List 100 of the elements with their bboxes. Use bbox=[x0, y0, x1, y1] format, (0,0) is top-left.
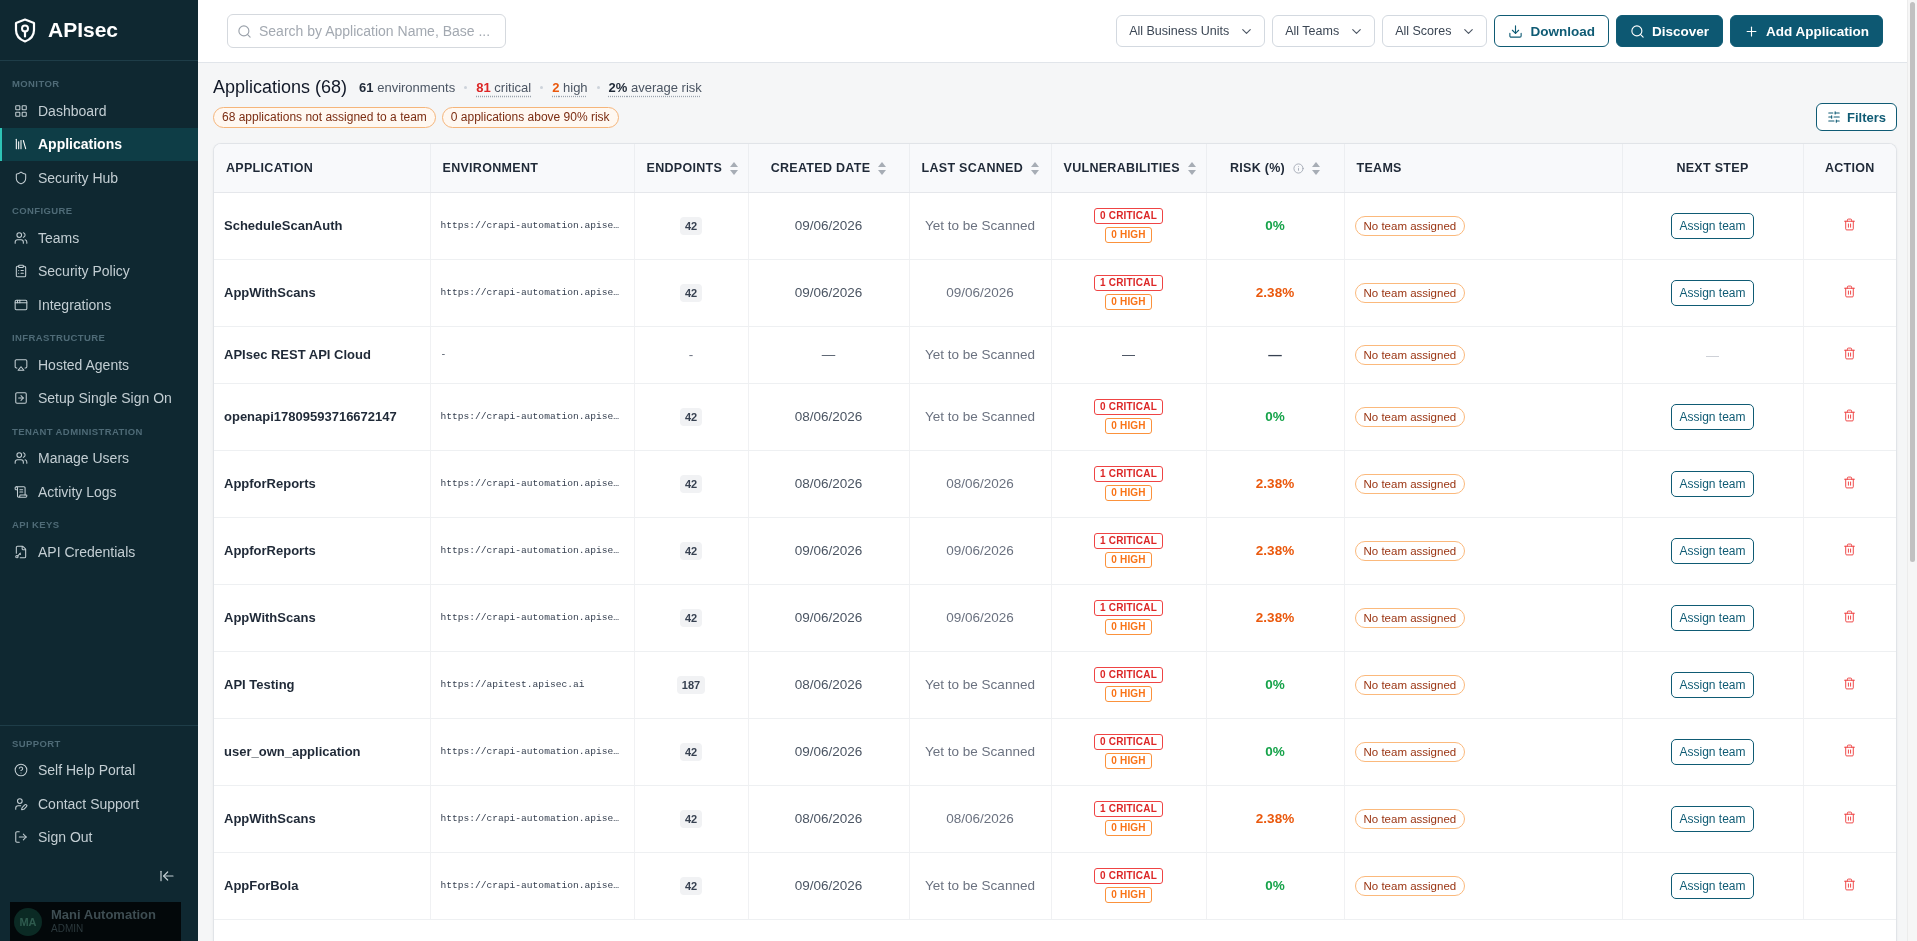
table-cell: https://crapi-automation.apise… bbox=[430, 852, 634, 919]
column-header[interactable]: ENDPOINTS bbox=[634, 144, 748, 192]
table-cell: Yet to be Scanned bbox=[909, 718, 1051, 785]
delete-button[interactable] bbox=[1843, 676, 1857, 690]
table-cell: 09/06/2026 bbox=[748, 517, 909, 584]
file-key-icon bbox=[14, 544, 28, 559]
high-badge: 0 HIGH bbox=[1105, 619, 1152, 635]
nav-item[interactable]: Security Policy bbox=[0, 254, 198, 288]
trash-icon bbox=[1843, 609, 1857, 623]
sort-icon bbox=[1187, 161, 1196, 175]
assign-team-button[interactable]: Assign team bbox=[1671, 279, 1754, 306]
download-icon bbox=[1508, 23, 1524, 39]
assign-team-button[interactable]: Assign team bbox=[1671, 604, 1754, 631]
delete-button[interactable] bbox=[1843, 284, 1857, 298]
table-cell: 0% bbox=[1206, 383, 1344, 450]
users-icon bbox=[14, 451, 28, 466]
delete-button[interactable] bbox=[1843, 475, 1857, 489]
trash-icon bbox=[1843, 542, 1857, 556]
nav-item[interactable]: Dashboard bbox=[0, 94, 198, 128]
assign-team-button[interactable]: Assign team bbox=[1671, 872, 1754, 899]
table-cell: 09/06/2026 bbox=[909, 517, 1051, 584]
nav-item[interactable]: Setup Single Sign On bbox=[0, 381, 198, 415]
assign-team-button[interactable]: Assign team bbox=[1671, 403, 1754, 430]
discover-button[interactable]: Discover bbox=[1615, 15, 1723, 47]
section-label: MONITOR bbox=[11, 77, 61, 91]
high-badge: 0 HIGH bbox=[1105, 485, 1152, 501]
column-header[interactable]: VULNERABILITIES bbox=[1051, 144, 1206, 192]
nav-item[interactable]: Manage Users bbox=[0, 441, 198, 475]
delete-button[interactable] bbox=[1843, 346, 1857, 360]
nav-item[interactable]: Sign Out bbox=[0, 820, 198, 854]
assign-team-button[interactable]: Assign team bbox=[1671, 212, 1754, 239]
delete-button[interactable] bbox=[1843, 217, 1857, 231]
table-cell: AppforReports bbox=[214, 517, 430, 584]
critical-badge: 1 CRITICAL bbox=[1094, 600, 1163, 616]
nav-item[interactable]: Integrations bbox=[0, 288, 198, 322]
delete-button[interactable] bbox=[1843, 743, 1857, 757]
filter-dropdown[interactable]: All Teams bbox=[1272, 15, 1376, 47]
delete-button[interactable] bbox=[1843, 877, 1857, 891]
assign-team-button[interactable]: Assign team bbox=[1671, 738, 1754, 765]
stat-text: 81 critical bbox=[476, 79, 532, 95]
critical-badge: 1 CRITICAL bbox=[1094, 533, 1163, 549]
scrollbar-thumb[interactable] bbox=[1910, 2, 1915, 562]
screen-cast-icon bbox=[14, 357, 28, 372]
trash-icon bbox=[1843, 408, 1857, 422]
delete-button[interactable] bbox=[1843, 408, 1857, 422]
table-cell: - bbox=[430, 326, 634, 383]
table-cell: 0% bbox=[1206, 852, 1344, 919]
search-field[interactable]: Search by Application Name, Base ... bbox=[227, 14, 506, 48]
table-cell: APIsec REST API Cloud bbox=[214, 326, 430, 383]
alert-tag: 68 applications not assigned to a team bbox=[213, 106, 436, 128]
scrollbar[interactable] bbox=[1907, 0, 1917, 941]
nav-item[interactable]: Self Help Portal bbox=[0, 753, 198, 787]
endpoint-count: 42 bbox=[679, 542, 703, 560]
table-cell: 08/06/2026 bbox=[909, 785, 1051, 852]
table-cell: Yet to be Scanned bbox=[909, 852, 1051, 919]
sort-icon bbox=[1031, 161, 1040, 175]
delete-button[interactable] bbox=[1843, 810, 1857, 824]
filter-dropdown[interactable]: All Scores bbox=[1382, 15, 1488, 47]
nav-item[interactable]: API Credentials bbox=[0, 535, 198, 569]
stat-text: 2 high bbox=[552, 79, 588, 95]
column-header[interactable]: LAST SCANNED bbox=[909, 144, 1051, 192]
table-cell: API Testing bbox=[214, 651, 430, 718]
info-icon bbox=[1293, 162, 1305, 174]
table-cell: user_own_application bbox=[214, 718, 430, 785]
search-icon bbox=[1629, 23, 1645, 39]
table-cell: https://crapi-automation.apise… bbox=[430, 517, 634, 584]
add-application-button[interactable]: Add Application bbox=[1730, 15, 1883, 47]
download-button[interactable]: Download bbox=[1494, 15, 1609, 47]
nav-item[interactable]: Security Hub bbox=[0, 161, 198, 195]
assign-team-button[interactable]: Assign team bbox=[1671, 671, 1754, 698]
table-cell: — bbox=[1206, 326, 1344, 383]
shield-icon bbox=[14, 170, 28, 185]
critical-badge: 1 CRITICAL bbox=[1094, 275, 1163, 291]
trash-icon bbox=[1843, 877, 1857, 891]
alert-tag: 0 applications above 90% risk bbox=[441, 106, 619, 128]
table-cell: 0% bbox=[1206, 192, 1344, 259]
column-header[interactable]: CREATED DATE bbox=[748, 144, 909, 192]
nav-item[interactable]: Contact Support bbox=[0, 787, 198, 821]
delete-button[interactable] bbox=[1843, 542, 1857, 556]
table-cell: 08/06/2026 bbox=[748, 450, 909, 517]
critical-badge: 0 CRITICAL bbox=[1094, 667, 1163, 683]
assign-team-button[interactable]: Assign team bbox=[1671, 537, 1754, 564]
nav-item[interactable]: Activity Logs bbox=[0, 475, 198, 509]
column-header[interactable]: RISK (%) bbox=[1206, 144, 1344, 192]
separator-dot-icon bbox=[464, 85, 468, 89]
search-icon bbox=[237, 23, 252, 39]
table-cell: https://crapi-automation.apise… bbox=[430, 718, 634, 785]
assign-team-button[interactable]: Assign team bbox=[1671, 805, 1754, 832]
filter-dropdown[interactable]: All Business Units bbox=[1116, 15, 1266, 47]
filters-button[interactable]: Filters bbox=[1816, 103, 1897, 131]
nav-item[interactable]: Teams bbox=[0, 221, 198, 255]
assign-team-button[interactable]: Assign team bbox=[1671, 470, 1754, 497]
delete-button[interactable] bbox=[1843, 609, 1857, 623]
table-cell: 2.38% bbox=[1206, 450, 1344, 517]
nav-item[interactable]: Applications bbox=[0, 127, 198, 161]
table-cell: AppWithScans bbox=[214, 785, 430, 852]
table-cell: 0% bbox=[1206, 718, 1344, 785]
table-cell: https://crapi-automation.apise… bbox=[430, 192, 634, 259]
endpoint-count: 42 bbox=[679, 810, 703, 828]
nav-item[interactable]: Hosted Agents bbox=[0, 348, 198, 382]
